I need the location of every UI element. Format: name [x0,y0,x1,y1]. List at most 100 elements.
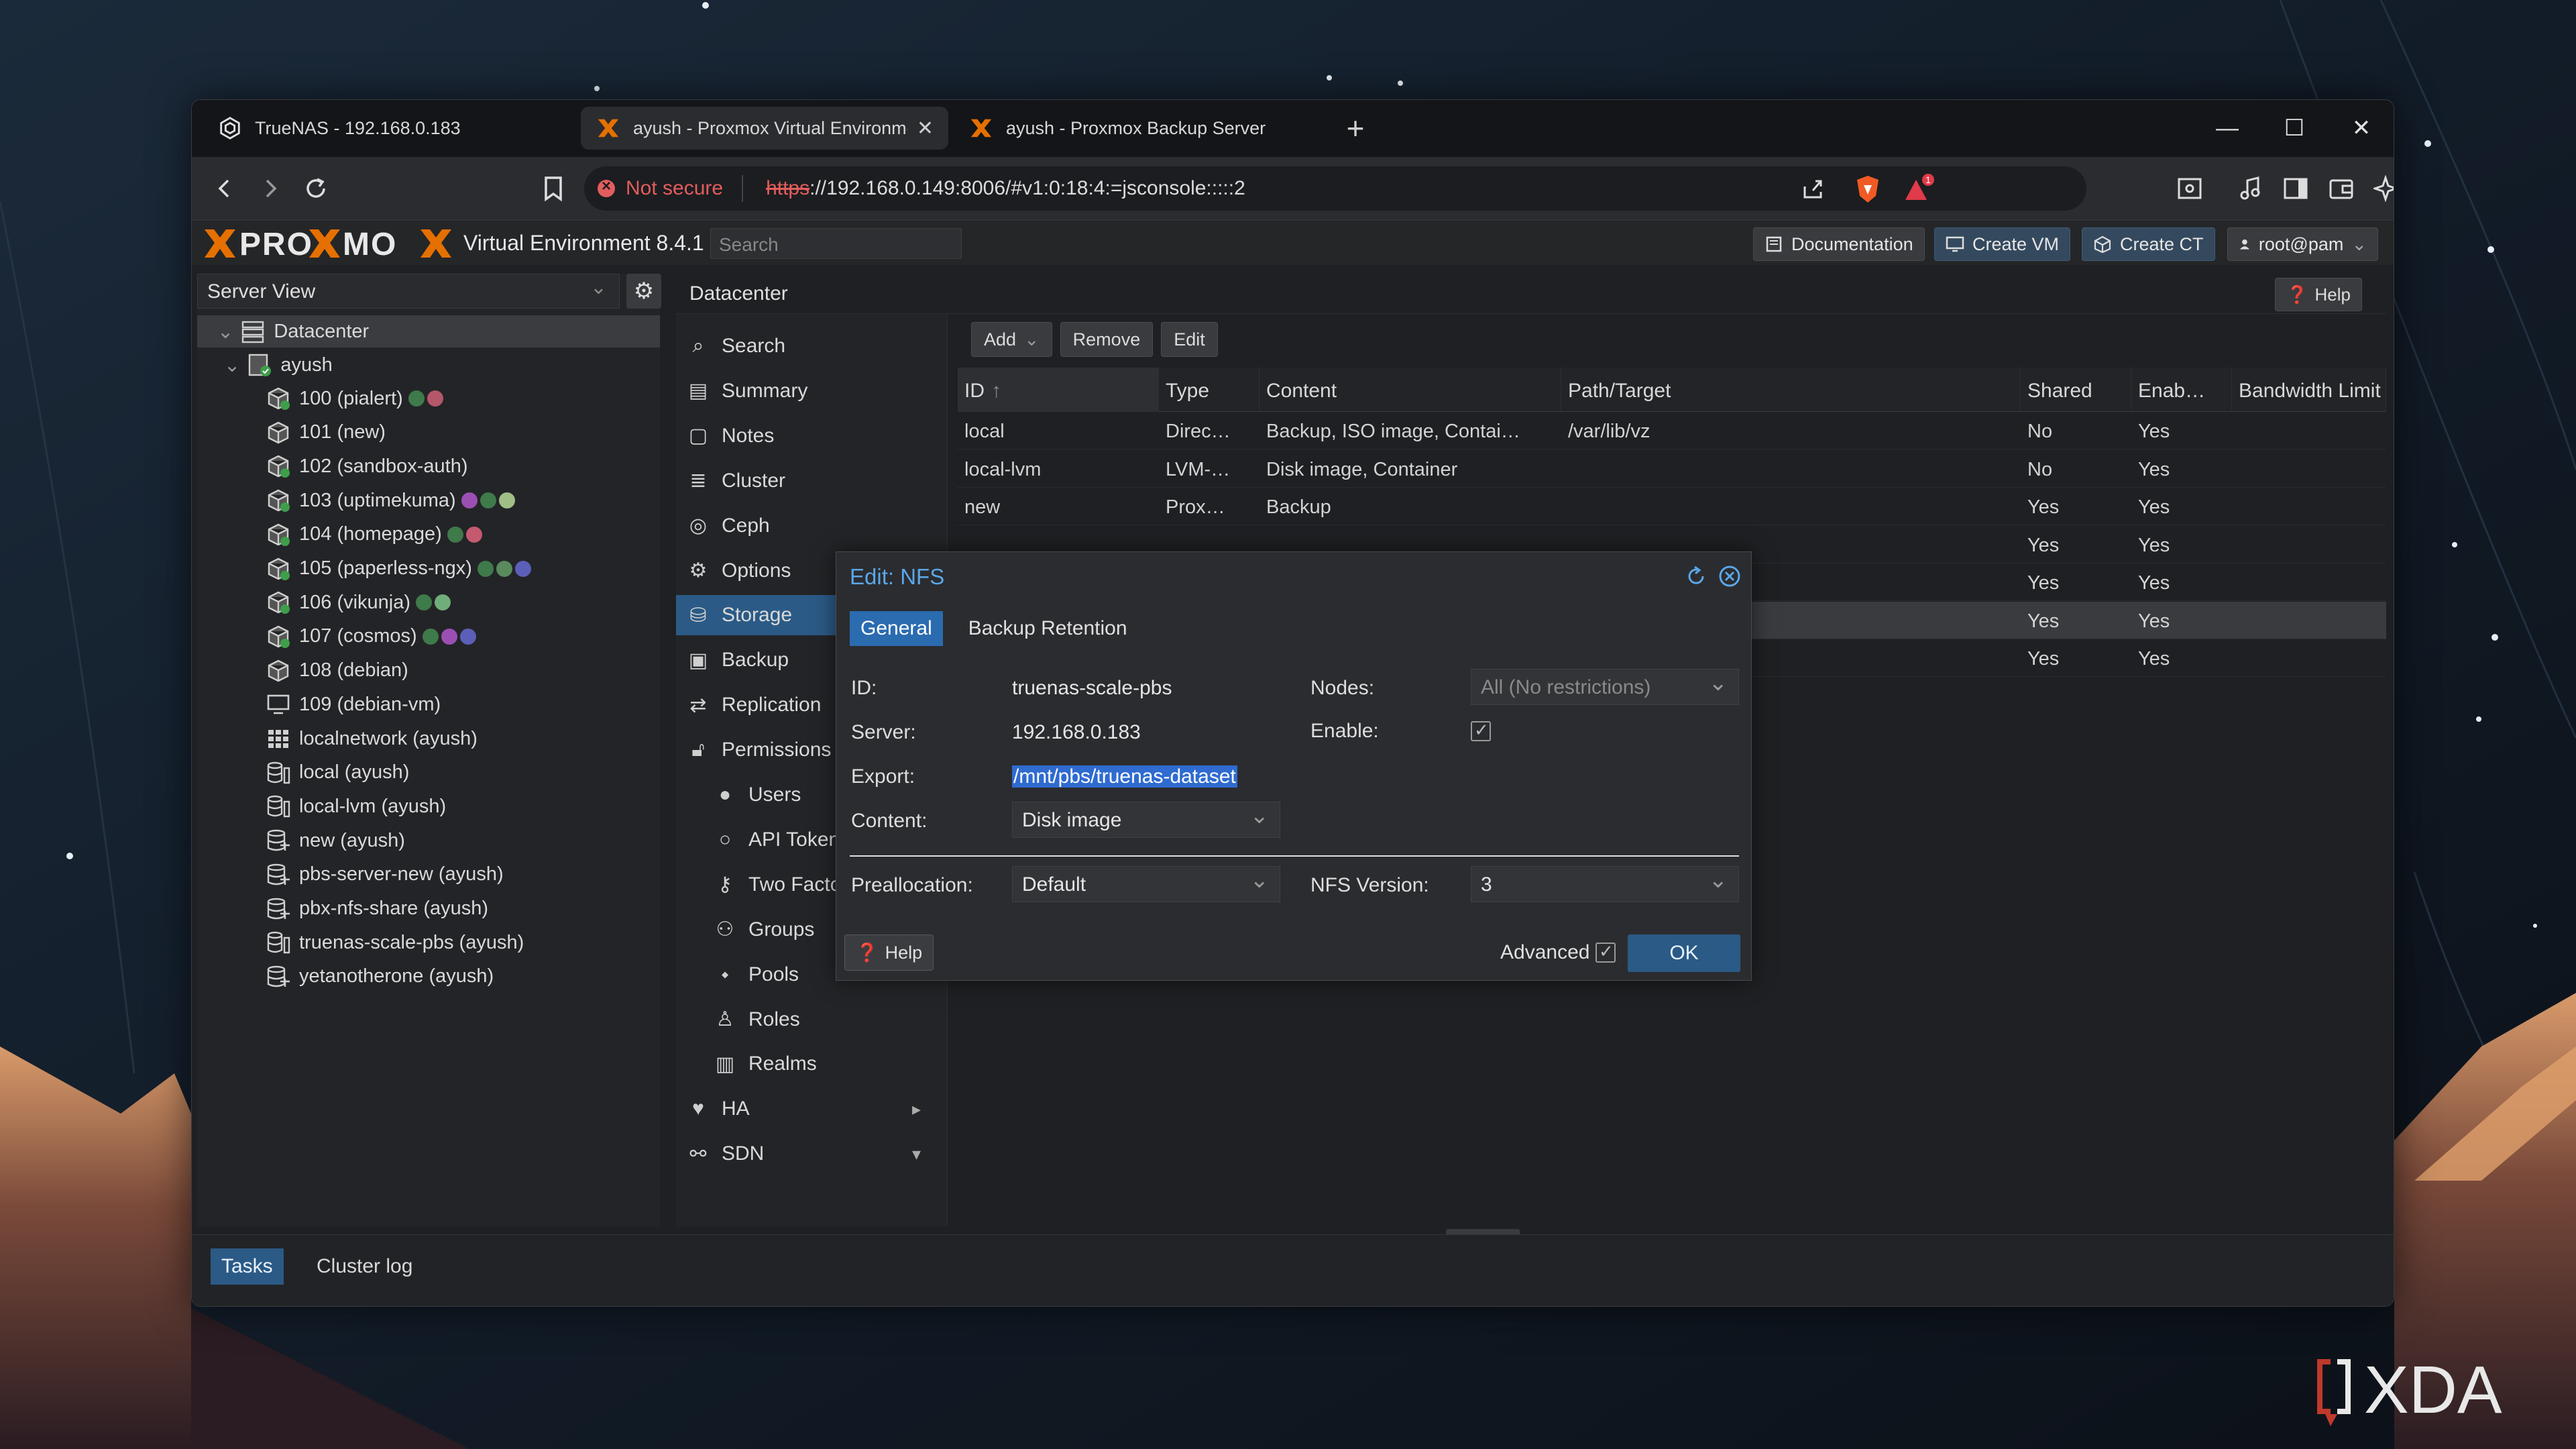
url-text[interactable]: https://192.168.0.149:8006/#v1:0:18:4:=j… [766,177,1245,200]
menu-item-summary[interactable]: ▤ Summary [676,371,948,411]
tree-item[interactable]: truenas-scale-pbs (ayush) [266,926,524,959]
table-row[interactable]: local Direc… Backup, ISO image, Contai… /va… [958,412,2386,449]
table-row[interactable]: new Prox… Backup Yes Yes [958,488,2386,525]
table-cell: Yes [2027,572,2060,594]
tree-item[interactable]: 105 (paperless-ngx) [266,553,534,585]
menu-item-ha[interactable]: ♥ HA ▸ [676,1089,948,1129]
pve-header: PRO MO Virtual Environment 8.4.1 Search … [192,221,2394,265]
table-row[interactable]: local-lvm LVM-… Disk image, Container No Yes [958,450,2386,488]
tree-item[interactable]: 101 (new) [266,417,386,449]
tree-item[interactable]: 100 (pialert) [266,382,446,415]
bookmark-button[interactable] [534,169,573,208]
content-select[interactable]: Disk image [1012,802,1280,838]
svg-text:XDA: XDA [2364,1352,2502,1428]
documentation-button[interactable]: Documentation [1753,227,1925,261]
tree-item[interactable]: local (ayush) [266,757,409,789]
enable-checkbox[interactable] [1471,720,1491,741]
new-tab-button[interactable]: + [1335,108,1376,148]
menu-item-realms[interactable]: ▥ Realms [676,1044,948,1084]
column-header[interactable]: Shared [2021,368,2131,412]
back-button[interactable] [205,169,244,208]
tree-item[interactable]: 102 (sandbox-auth) [266,450,468,482]
tree-item[interactable]: 103 (uptimekuma) [266,484,518,517]
forward-button[interactable] [251,169,290,208]
column-header[interactable]: ID ↑ [958,368,1159,412]
remove-button[interactable]: Remove [1060,322,1154,357]
tree-item[interactable]: localnetwork (ayush) [266,722,478,755]
reader-mode-button[interactable] [2170,169,2209,208]
reset-icon[interactable] [1684,564,1708,588]
brave-shield-icon[interactable] [1854,174,1881,204]
close-tab-icon[interactable]: ✕ [917,117,934,140]
edit-button[interactable]: Edit [1161,322,1218,357]
close-dialog-icon[interactable] [1718,564,1742,588]
column-header[interactable]: Path/Target [1561,368,2021,412]
reload-button[interactable] [296,169,335,208]
sidebar-button[interactable] [2276,169,2315,208]
tree-item[interactable]: local-lvm (ayush) [266,790,446,822]
tree-item[interactable]: pbs-server-new (ayush) [266,859,504,891]
table-cell: Yes [2138,534,2170,556]
column-header[interactable]: Type [1159,368,1259,412]
menu-item-search[interactable]: ⌕ Search [676,326,948,366]
address-bar[interactable]: Not secure https://192.168.0.149:8006/#v… [584,166,2086,211]
security-indicator[interactable]: Not secure [598,175,744,202]
tab-proxmox-ve[interactable]: ayush - Proxmox Virtual Environment ✕ [581,107,948,150]
column-header[interactable]: Enab… [2131,368,2232,412]
menu-item-roles[interactable]: ♙ Roles [676,1000,948,1040]
global-search-input[interactable]: Search [710,228,962,259]
music-button[interactable] [2231,169,2270,208]
add-button[interactable]: Add ⌄ [971,322,1052,357]
tree-item-label: 104 (homepage) [299,523,442,545]
menu-item-notes[interactable]: ▢ Notes [676,416,948,456]
tree-item[interactable]: 106 (vikunja) [266,586,453,619]
menu-item-sdn[interactable]: ⚯ SDN ▾ [676,1134,948,1174]
tree-node-ayush[interactable]: ⌄ ayush [224,349,333,381]
leo-ai-button[interactable] [2367,169,2394,208]
minimize-button[interactable]: — [2204,107,2251,150]
tree-item[interactable]: 109 (debian-vm) [266,688,441,720]
maximize-button[interactable]: ☐ [2271,107,2318,150]
column-header[interactable]: Bandwidth Limit [2232,368,2386,412]
tab-general[interactable]: General [850,611,943,646]
nodes-select[interactable]: All (No restrictions) [1471,669,1739,705]
tab-proxmox-backup[interactable]: ayush - Proxmox Backup Server [954,107,1321,150]
menu-item-ceph[interactable]: ◎ Ceph [676,506,948,546]
advanced-checkbox[interactable] [1595,941,1616,963]
tree-item-label: 101 (new) [299,421,386,443]
create-vm-button[interactable]: Create VM [1934,227,2071,261]
tree-item-label: 102 (sandbox-auth) [299,455,468,477]
brave-rewards-icon[interactable]: 1 [1903,173,1936,204]
tab-cluster-log[interactable]: Cluster log [306,1248,423,1285]
view-selector[interactable]: Server View [197,274,620,309]
export-field[interactable]: /mnt/pbs/truenas-dataset [1012,765,1237,788]
column-header[interactable]: Content [1259,368,1561,412]
tree-item[interactable]: 104 (homepage) [266,519,485,551]
cube-icon [2094,235,2111,254]
menu-item-storage[interactable]: ⛁ Storage [676,595,837,636]
user-menu-button[interactable]: root@pam ⌄ [2227,227,2378,261]
nfs-version-select[interactable]: 3 [1471,866,1739,902]
grid-toolbar: Add ⌄ Remove Edit [971,322,1226,357]
close-window-button[interactable]: ✕ [2338,107,2385,150]
help-button[interactable]: ❓ Help [2275,278,2362,311]
dialog-help-button[interactable]: ❓ Help [844,934,934,971]
tab-backup-retention[interactable]: Backup Retention [958,611,1138,646]
preallocation-label: Preallocation: [851,874,973,896]
tree-item[interactable]: 107 (cosmos) [266,621,479,653]
tree-item[interactable]: pbx-nfs-share (ayush) [266,893,488,925]
tree-datacenter[interactable]: ⌄ Datacenter [197,315,660,347]
preallocation-select[interactable]: Default [1012,866,1280,902]
ok-button[interactable]: OK [1628,934,1740,972]
create-ct-button[interactable]: Create CT [2082,227,2215,261]
tree-item[interactable]: yetanotherone (ayush) [266,961,494,993]
table-cell: No [2027,421,2053,442]
tab-tasks[interactable]: Tasks [211,1248,284,1285]
menu-item-cluster[interactable]: ≣ Cluster [676,461,948,501]
tree-item[interactable]: new (ayush) [266,824,405,857]
wallet-button[interactable] [2322,169,2361,208]
tree-item[interactable]: 108 (debian) [266,655,408,687]
tab-truenas[interactable]: TrueNAS - 192.168.0.183 [203,107,575,150]
tree-settings-gear-icon[interactable]: ⚙ [626,274,661,309]
share-icon[interactable] [1801,177,1825,201]
